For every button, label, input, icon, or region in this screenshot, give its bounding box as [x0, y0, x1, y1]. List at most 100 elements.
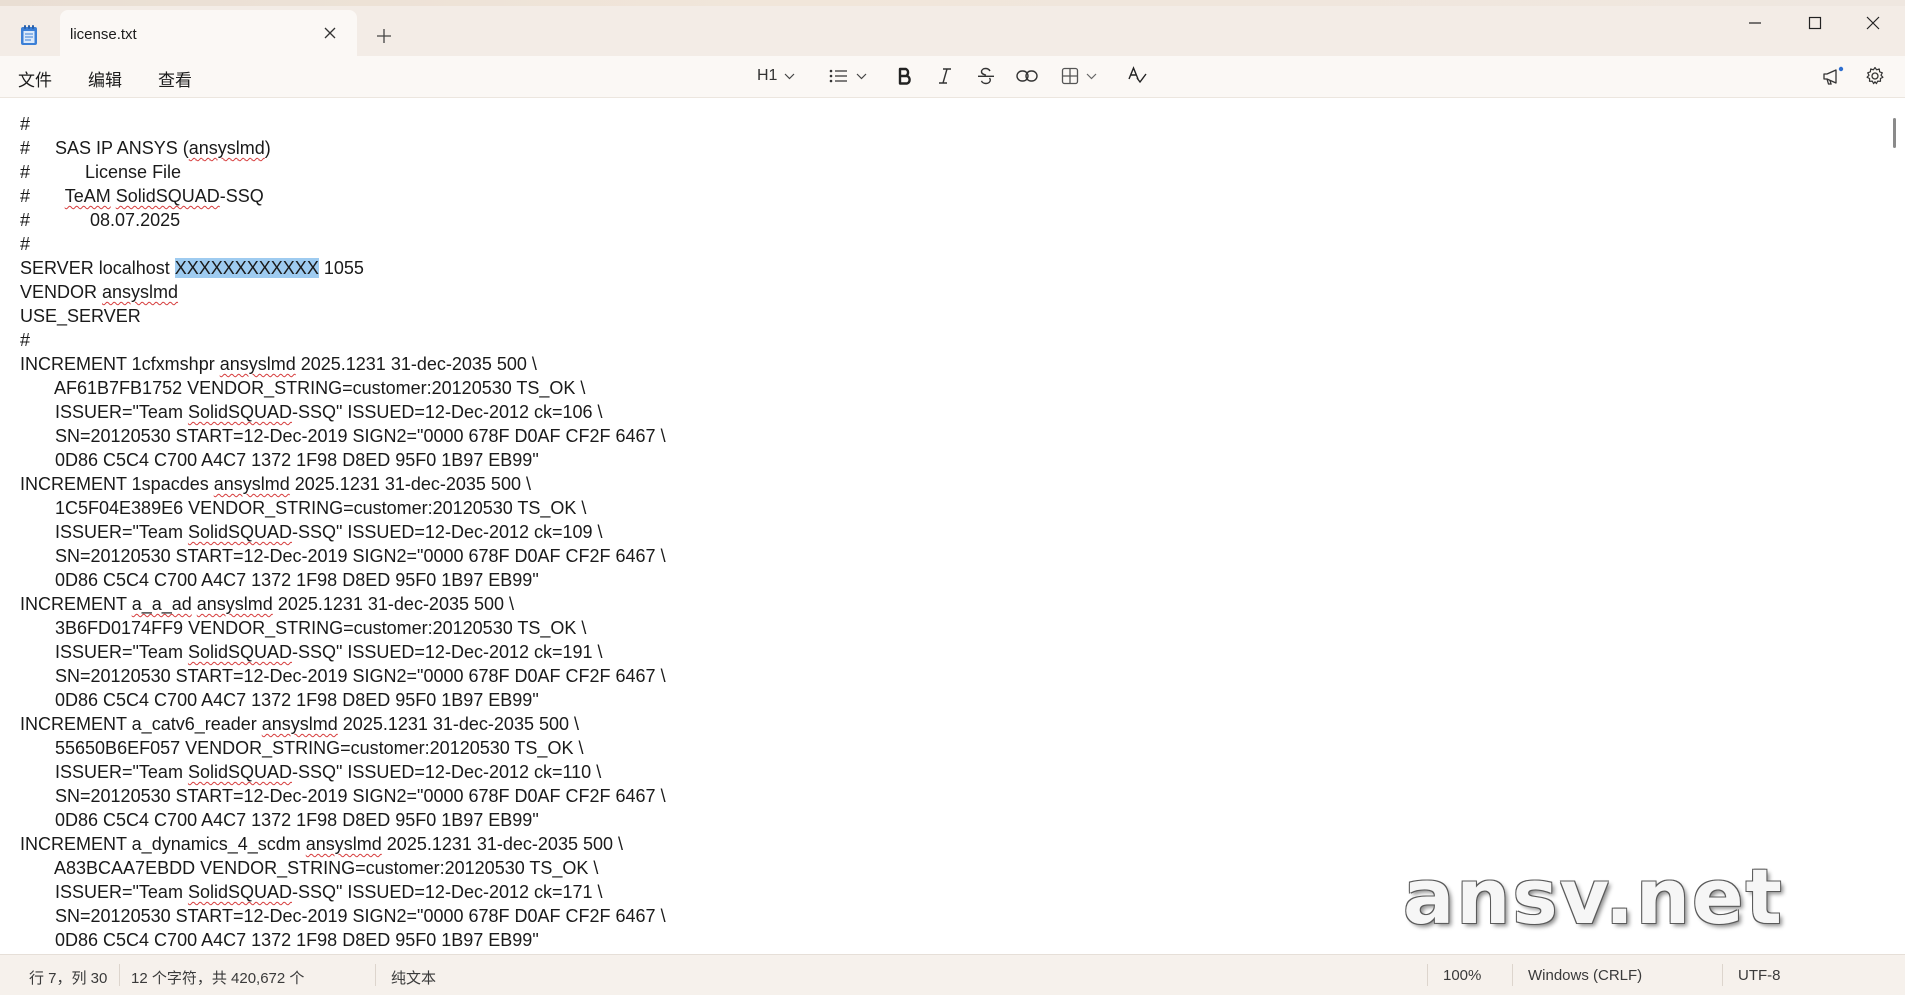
text-segment: ISSUER="Team: [20, 522, 188, 542]
text-segment: 0D86 C5C4 C700 A4C7 1372 1F98 D8ED 95F0 …: [20, 450, 539, 470]
text-segment: -SSQ" ISSUED=12-Dec-2012 ck=109 \: [292, 522, 603, 542]
text-segment: #: [20, 114, 31, 134]
text-line: ISSUER="Team SolidSQUAD-SSQ" ISSUED=12-D…: [20, 520, 603, 544]
text-line: SN=20120530 START=12-Dec-2019 SIGN2="000…: [20, 904, 666, 928]
tab-license-txt[interactable]: license.txt: [60, 10, 357, 56]
line-ending[interactable]: Windows (CRLF): [1528, 967, 1642, 984]
text-line: INCREMENT a_dynamics_4_scdm ansyslmd 202…: [20, 832, 623, 856]
status-divider: [1427, 964, 1428, 986]
text-segment: VENDOR: [20, 282, 103, 302]
text-segment: SN=20120530 START=12-Dec-2019 SIGN2="000…: [20, 546, 666, 566]
menu-view[interactable]: 查看: [158, 66, 192, 91]
text-line: ISSUER="Team SolidSQUAD-SSQ" ISSUED=12-D…: [20, 880, 603, 904]
selected-text: XXXXXXXXXXXX: [174, 258, 319, 278]
text-line: # 08.07.2025: [20, 208, 180, 232]
zoom-level[interactable]: 100%: [1443, 967, 1481, 984]
strikethrough-icon: [978, 67, 994, 85]
text-segment: INCREMENT 1spacdes: [20, 474, 214, 494]
italic-button[interactable]: [937, 65, 953, 87]
text-segment: -SSQ" ISSUED=12-Dec-2012 ck=171 \: [292, 882, 603, 902]
text-line: # License File: [20, 160, 181, 184]
text-segment: 0D86 C5C4 C700 A4C7 1372 1F98 D8ED 95F0 …: [20, 690, 539, 710]
misspelled-word: SolidSQUAD: [187, 762, 292, 782]
text-segment: ISSUER="Team: [20, 402, 188, 422]
notepad-icon: [21, 25, 37, 45]
text-line: ISSUER="Team SolidSQUAD-SSQ" ISSUED=12-D…: [20, 760, 601, 784]
text-segment: INCREMENT a_catv6_reader: [20, 714, 262, 734]
link-button[interactable]: [1016, 65, 1038, 87]
strikethrough-button[interactable]: [977, 65, 995, 87]
misspelled-word: SolidSQUAD: [187, 642, 292, 662]
text-segment: 2025.1231 31-dec-2035 500 \: [289, 474, 531, 494]
tab-title: license.txt: [70, 26, 137, 43]
text-line: 55650B6EF057 VENDOR_STRING=customer:2012…: [20, 736, 583, 760]
text-segment: -SSQ" ISSUED=12-Dec-2012 ck=191 \: [292, 642, 603, 662]
misspelled-word: SolidSQUAD: [187, 402, 292, 422]
chevron-down-icon: [1086, 73, 1097, 79]
text-segment: 3B6FD0174FF9 VENDOR_STRING=customer:2012…: [20, 618, 587, 638]
misspelled-word: ansyslmd: [213, 474, 290, 494]
heading-dropdown[interactable]: H1: [757, 65, 795, 87]
text-segment: 2025.1231 31-dec-2035 500 \: [295, 354, 537, 374]
menu-file[interactable]: 文件: [18, 66, 52, 91]
text-segment: SN=20120530 START=12-Dec-2019 SIGN2="000…: [20, 666, 666, 686]
bullet-list-icon: [829, 69, 847, 83]
text-line: USE_SERVER: [20, 304, 141, 328]
status-divider: [375, 964, 376, 986]
misspelled-word: ansyslmd: [196, 594, 273, 614]
new-tab-icon[interactable]: [376, 28, 392, 44]
close-tab-icon[interactable]: [323, 26, 337, 40]
text-line: 0D86 C5C4 C700 A4C7 1372 1F98 D8ED 95F0 …: [20, 568, 539, 592]
heading-label: H1: [757, 67, 778, 84]
minimize-icon[interactable]: [1746, 14, 1764, 32]
text-line: SN=20120530 START=12-Dec-2019 SIGN2="000…: [20, 784, 666, 808]
misspelled-word: ansyslmd: [261, 714, 338, 734]
text-line: SN=20120530 START=12-Dec-2019 SIGN2="000…: [20, 424, 666, 448]
text-segment: SN=20120530 START=12-Dec-2019 SIGN2="000…: [20, 906, 666, 926]
close-window-icon[interactable]: [1864, 14, 1882, 32]
text-line: 0D86 C5C4 C700 A4C7 1372 1F98 D8ED 95F0 …: [20, 448, 539, 472]
misspelled-word: ansyslmd: [102, 282, 179, 302]
menu-bar: 文件 编辑 查看 H1: [0, 56, 1905, 98]
text-segment: 0D86 C5C4 C700 A4C7 1372 1F98 D8ED 95F0 …: [20, 930, 539, 950]
megaphone-icon: [1823, 66, 1844, 85]
text-segment: ISSUER="Team: [20, 882, 188, 902]
text-segment: # License File: [20, 162, 182, 182]
status-bar: 行 7，列 30 12 个字符，共 420,672 个 纯文本 100% Win…: [0, 954, 1905, 995]
menu-edit[interactable]: 编辑: [88, 66, 122, 91]
table-dropdown[interactable]: [1061, 65, 1097, 87]
text-segment: 2025.1231 31-dec-2035 500 \: [337, 714, 579, 734]
text-segment: -SSQ: [219, 186, 264, 206]
text-segment: # SAS IP ANSYS (: [20, 138, 189, 158]
list-dropdown[interactable]: [829, 65, 867, 87]
text-segment: SN=20120530 START=12-Dec-2019 SIGN2="000…: [20, 786, 666, 806]
file-format[interactable]: 纯文本: [391, 967, 436, 988]
text-segment: 0D86 C5C4 C700 A4C7 1372 1F98 D8ED 95F0 …: [20, 810, 539, 830]
text-line: 1C5F04E389E6 VENDOR_STRING=customer:2012…: [20, 496, 586, 520]
maximize-icon[interactable]: [1806, 14, 1824, 32]
settings-button[interactable]: [1865, 65, 1885, 87]
text-segment: #: [20, 234, 31, 254]
text-line: #: [20, 328, 30, 352]
bold-button[interactable]: [897, 65, 913, 87]
misspelled-word: ansyslmd: [305, 834, 382, 854]
text-segment: #: [20, 186, 65, 206]
text-line: INCREMENT a_catv6_reader ansyslmd 2025.1…: [20, 712, 579, 736]
text-line: #: [20, 112, 30, 136]
misspelled-word: TeAM: [64, 186, 111, 206]
text-segment: 1055: [318, 258, 364, 278]
status-divider: [1512, 964, 1513, 986]
encoding[interactable]: UTF-8: [1738, 967, 1781, 984]
whats-new-button[interactable]: [1822, 65, 1844, 87]
text-line: ISSUER="Team SolidSQUAD-SSQ" ISSUED=12-D…: [20, 400, 603, 424]
text-segment: 0D86 C5C4 C700 A4C7 1372 1F98 D8ED 95F0 …: [20, 570, 539, 590]
text-segment: -SSQ" ISSUED=12-Dec-2012 ck=110 \: [292, 762, 602, 782]
text-line: INCREMENT a_a_ad ansyslmd 2025.1231 31-d…: [20, 592, 514, 616]
vertical-scrollbar[interactable]: [1893, 118, 1896, 148]
text-segment: INCREMENT: [20, 594, 132, 614]
text-segment: 2025.1231 31-dec-2035 500 \: [272, 594, 515, 614]
text-editor[interactable]: # # SAS IP ANSYS (ansyslmd) # License File…: [0, 98, 1890, 954]
text-line: 3B6FD0174FF9 VENDOR_STRING=customer:2012…: [20, 616, 586, 640]
text-segment: ISSUER="Team: [20, 762, 188, 782]
spellcheck-button[interactable]: [1127, 65, 1147, 87]
